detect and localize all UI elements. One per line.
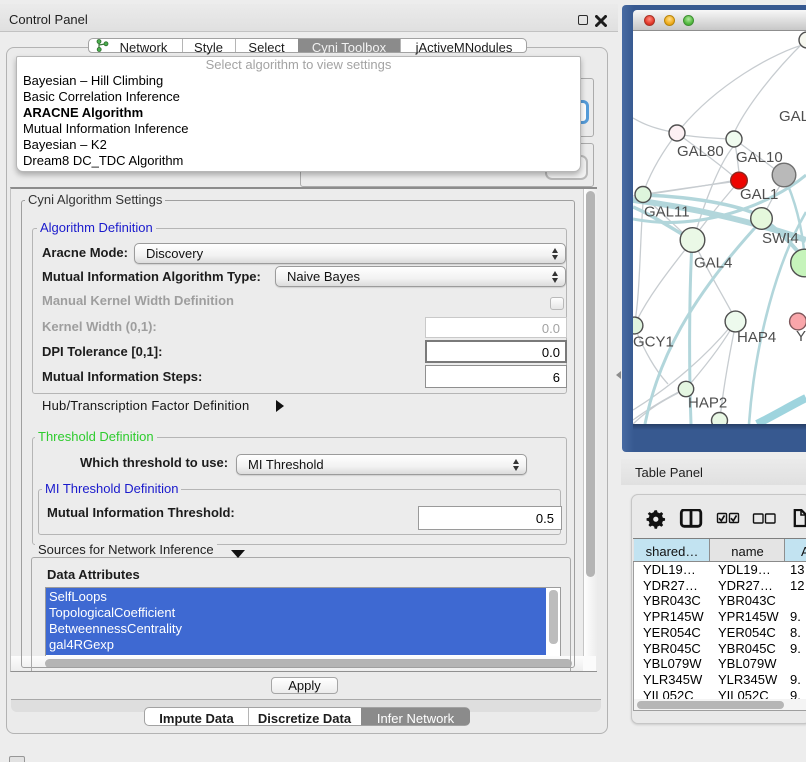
svg-text:GAL4: GAL4 (694, 255, 732, 272)
svg-text:GAL11: GAL11 (644, 204, 690, 221)
svg-text:GCY1: GCY1 (633, 334, 674, 351)
svg-text:GAL80: GAL80 (677, 143, 724, 160)
svg-text:YM: YM (796, 328, 806, 345)
svg-text:GAL7: GAL7 (779, 108, 806, 125)
svg-text:SWI4: SWI4 (762, 230, 799, 247)
svg-text:HAP2: HAP2 (688, 395, 727, 412)
svg-text:GAL10: GAL10 (736, 149, 783, 166)
svg-text:GAL1: GAL1 (740, 186, 778, 203)
svg-text:HAP4: HAP4 (737, 329, 776, 346)
